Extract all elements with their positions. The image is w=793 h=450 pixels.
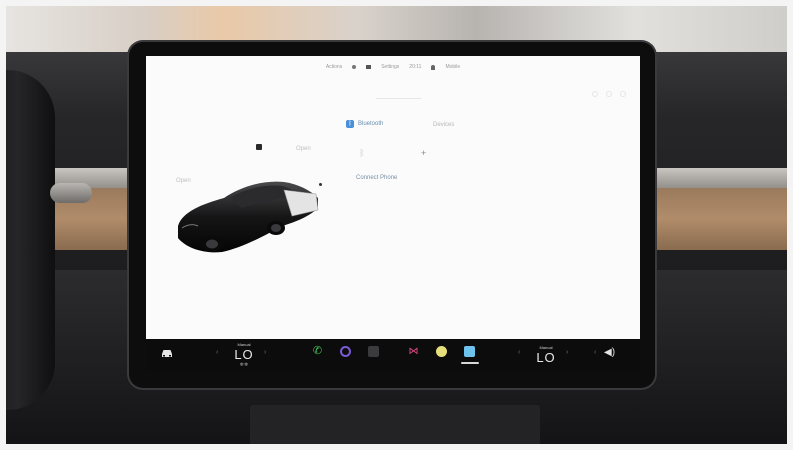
music-icon[interactable] [340,346,351,357]
passenger-temp-up-icon[interactable]: › [566,349,568,356]
tab-bluetooth[interactable]: ᛒ Bluetooth [346,120,383,128]
clock: 20:11 [409,64,422,70]
close-icon[interactable] [620,91,626,97]
driver-climate-control[interactable]: Manual LO ❄❄ [224,341,264,369]
tab-devices[interactable]: Devices [433,122,454,128]
car-interior-scene: Actions Settings 20:11 Mobile Open Open [0,0,793,450]
lock-status-icon [366,65,372,69]
driver-temp-down-icon[interactable]: ‹ [216,349,218,356]
center-console [250,405,540,450]
profile-name[interactable]: Mobile [445,64,460,70]
active-app-indicator [461,362,479,364]
passenger-climate-control[interactable]: Manual LO [526,341,566,369]
wood-panel-right [655,188,793,250]
info-icon[interactable] [606,91,612,97]
calendar-icon[interactable] [368,346,379,357]
status-bar: Actions Settings 20:11 Mobile [146,62,640,72]
bluetooth-icon: ᛒ [346,120,354,128]
app-launcher-icon[interactable] [464,346,475,357]
search-icon[interactable] [592,91,598,97]
car-icon[interactable] [160,348,174,358]
dash-trim-right [655,168,793,190]
top-right-controls [592,91,626,97]
phone-icon[interactable]: ✆ [312,346,323,357]
volume-down-chevron-icon[interactable]: ‹ [594,349,596,356]
volume-icon[interactable]: ◀) [604,347,615,358]
control-stalk [50,183,92,203]
car-model-image [178,181,319,253]
profile-icon[interactable] [431,64,436,70]
status-left-text: Actions [325,64,343,70]
passenger-temp-value: LO [536,350,556,365]
header-divider [376,98,421,99]
tidal-icon[interactable]: ⋈ [408,346,419,357]
frunk-open-label[interactable]: Open [296,146,311,152]
steering-wheel [0,70,55,410]
seat-heater-icon[interactable]: ❄❄ [240,362,248,368]
taskbar: ‹ Manual LO ❄❄ › ✆ ⋈ ‹ Manual LO › ‹ ◀) [146,339,640,371]
drive-mode-icon [352,65,357,69]
driver-temp-value: LO [234,347,254,362]
connect-phone-button[interactable]: Connect Phone [356,175,397,181]
driver-temp-up-icon[interactable]: › [264,349,266,356]
add-device-icon[interactable]: + [421,148,426,158]
bluetooth-tab-label: Bluetooth [358,121,384,127]
touchscreen[interactable]: Actions Settings 20:11 Mobile Open Open [146,56,640,339]
door-lock-icon[interactable] [256,144,262,150]
passenger-temp-down-icon[interactable]: ‹ [518,349,520,356]
toybox-icon[interactable] [436,346,447,357]
status-center-text[interactable]: Settings [381,64,399,70]
bluetooth-symbol-icon: ᛒ [359,148,365,158]
